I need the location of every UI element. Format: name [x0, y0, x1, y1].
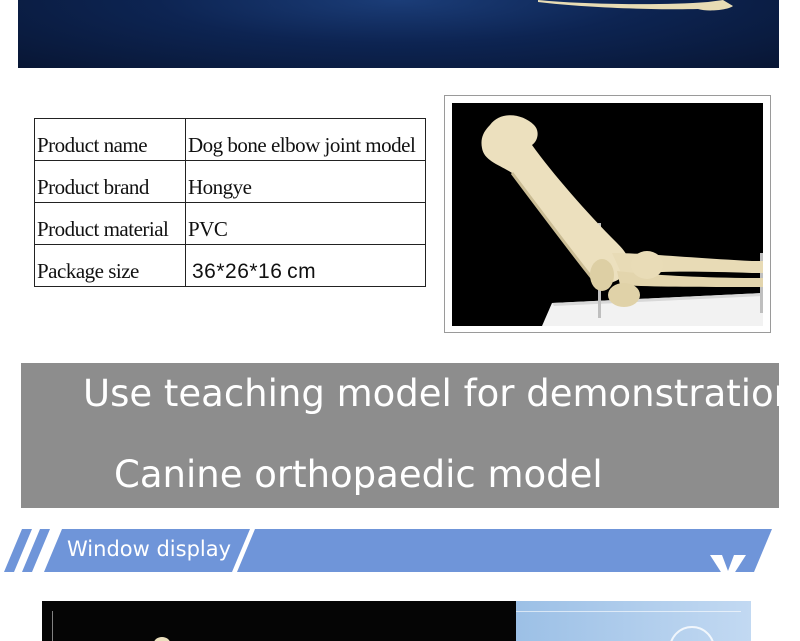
spec-label: Product material	[34, 202, 186, 245]
top-product-banner	[18, 0, 779, 68]
table-row: Product name Dog bone elbow joint model	[34, 118, 426, 161]
elbow-bone-model-image	[481, 115, 763, 326]
feature-heading: Use teaching model for demonstration	[83, 372, 798, 415]
spec-value: PVC	[185, 202, 426, 245]
window-display-image	[42, 601, 751, 641]
spec-table: Product name Dog bone elbow joint model …	[34, 118, 426, 287]
spec-label: Product brand	[34, 160, 186, 203]
table-row: Product material PVC	[34, 202, 426, 245]
table-row: Product brand Hongye	[34, 160, 426, 203]
section-title: Window display	[67, 537, 232, 561]
spec-label: Package size	[34, 244, 186, 287]
bone-fragment-image	[538, 0, 733, 11]
product-photo	[452, 103, 763, 326]
table-row: Package size 36*26*16 cm	[34, 244, 426, 287]
spec-value: Dog bone elbow joint model	[185, 118, 426, 161]
spec-value: Hongye	[185, 160, 426, 203]
spec-label: Product name	[34, 118, 186, 161]
spec-value: 36*26*16 cm	[185, 244, 426, 287]
display-panel	[516, 601, 751, 641]
feature-subheading: Canine orthopaedic model	[114, 453, 603, 496]
product-photo-frame	[444, 95, 771, 333]
